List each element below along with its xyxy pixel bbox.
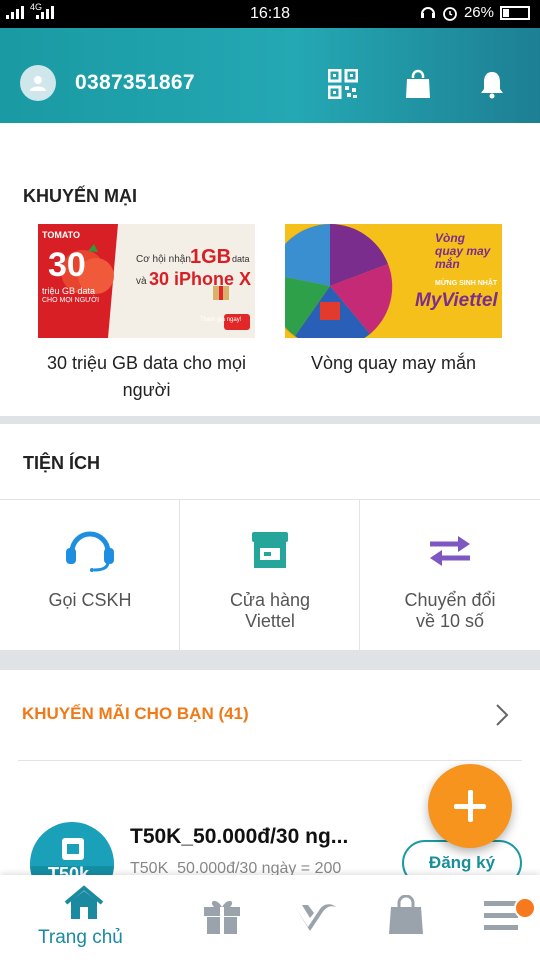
headset-support-icon — [66, 531, 114, 572]
tomato-text2: CHO MỌI NGƯỜI — [42, 297, 100, 304]
utility-viettel-store-line2: Viettel — [245, 611, 295, 631]
lucky-wheel-brand: MyViettel — [415, 290, 498, 311]
utilities-title: TIỆN ÍCH — [23, 453, 101, 473]
tomato-brand: TOMATO — [42, 230, 80, 240]
promotions-title: KHUYẾN MẠI — [23, 186, 138, 206]
utility-convert-line1: Chuyển đổi — [404, 590, 496, 610]
utility-call-support[interactable]: Gọi CSKH — [0, 500, 180, 650]
qr-code-icon[interactable] — [328, 69, 358, 99]
store-icon — [252, 532, 288, 568]
lucky-wheel-title: Vòng quay may mắn — [435, 231, 491, 271]
app-header: 0387351867 — [0, 28, 540, 123]
utility-convert-line2: về 10 số — [415, 611, 485, 631]
alarm-icon — [443, 6, 457, 21]
section-divider — [0, 416, 540, 424]
tomato-big-number: 30 — [48, 246, 86, 284]
offer-title[interactable]: T50K_50.000đ/30 ng... — [130, 825, 348, 849]
utility-viettel-store-line1: Cửa hàng — [229, 590, 311, 610]
nav-home[interactable]: Trang chủ — [30, 875, 138, 960]
notification-dot — [514, 897, 536, 919]
utility-call-support-label: Gọi CSKH — [48, 590, 132, 610]
nav-gifts[interactable] — [168, 875, 276, 960]
utility-convert-10-digits[interactable]: Chuyển đổi về 10 số — [360, 500, 540, 650]
viettel-logo-icon — [294, 904, 336, 931]
offers-divider — [18, 760, 522, 761]
promo-caption-tomato-line2: người — [122, 380, 171, 400]
promo-banner-lucky-wheel[interactable]: Vòng quay may mắn MỪNG SINH NHẬT MyViett… — [285, 224, 502, 338]
gift-icon — [204, 900, 240, 934]
home-icon — [64, 885, 104, 919]
shopping-bag-icon[interactable] — [403, 69, 433, 99]
bottom-navigation: Trang chủ — [0, 875, 540, 960]
section-divider-2 — [0, 650, 540, 670]
promo-banner-tomato[interactable]: TOMATO 30 triệu GB data CHO MỌI NGƯỜI Cơ… — [38, 224, 255, 338]
swap-arrows-icon — [430, 536, 470, 566]
shopping-bag-nav-icon — [389, 895, 423, 934]
promo-caption-lucky-wheel[interactable]: Vòng quay may mắn — [285, 350, 502, 377]
status-bar: 4G 16:18 26% — [0, 0, 540, 28]
chevron-right-icon[interactable] — [494, 702, 510, 728]
tomato-offer-data: data — [232, 254, 250, 264]
utility-viettel-store-label: Cửa hàng Viettel — [180, 590, 360, 632]
battery-icon — [500, 5, 530, 20]
lucky-wheel-subtitle: MỪNG SINH NHẬT — [435, 280, 498, 287]
tomato-join-button: Tham gia ngay! — [200, 317, 242, 323]
avatar[interactable] — [20, 65, 56, 101]
nav-menu[interactable] — [446, 875, 540, 960]
add-fab-button[interactable] — [428, 764, 512, 848]
tomato-offer-gb: 1GB — [190, 246, 232, 268]
headset-icon — [420, 6, 435, 18]
offers-title[interactable]: KHUYẾN MÃI CHO BẠN (41) — [22, 704, 249, 724]
promo-caption-tomato-line1: 30 triệu GB data cho mọi — [46, 353, 247, 373]
phone-number[interactable]: 0387351867 — [75, 71, 195, 95]
utility-convert-label: Chuyển đổi về 10 số — [360, 590, 540, 632]
tomato-offer-phone: 30 iPhone X — [149, 269, 252, 289]
tomato-text1: triệu GB data — [42, 286, 96, 296]
user-icon — [30, 76, 46, 91]
tomato-offer2: và — [136, 276, 147, 287]
battery-percent: 26% — [463, 4, 494, 21]
promo-caption-tomato[interactable]: 30 triệu GB data cho mọi người — [30, 350, 263, 404]
tomato-offer1: Cơ hội nhận — [136, 254, 191, 265]
bell-icon[interactable] — [477, 69, 507, 99]
utility-viettel-store[interactable]: Cửa hàng Viettel — [180, 500, 360, 650]
